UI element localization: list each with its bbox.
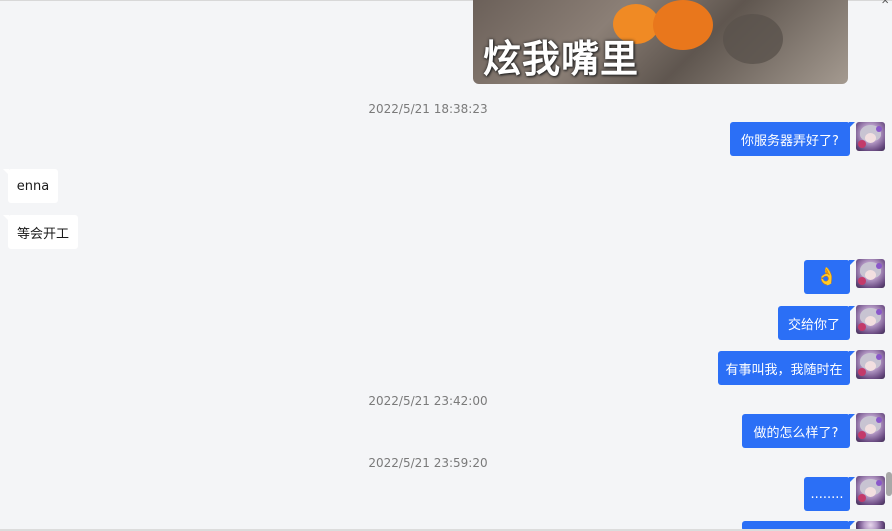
user-avatar[interactable]	[856, 350, 885, 379]
ok-hand-emoji: 👌	[816, 266, 838, 287]
sticker-image[interactable]: 炫我嘴里	[473, 0, 848, 84]
timestamp: 2022/5/21 18:38:23	[368, 102, 488, 116]
user-avatar[interactable]	[856, 476, 885, 505]
sticker-orange	[653, 0, 713, 50]
timestamp: 2022/5/21 23:42:00	[368, 394, 488, 408]
scrollbar-thumb[interactable]	[886, 472, 892, 496]
message-bubble-incoming[interactable]: 等会开工	[3, 215, 78, 249]
timestamp: 2022/5/21 23:59:20	[368, 456, 488, 470]
chat-message-list[interactable]: 炫我嘴里 2022/5/21 18:38:23 你服务器弄好了? enna 等会…	[0, 0, 892, 531]
sticker-shape	[723, 14, 783, 64]
scrollbar[interactable]	[884, 0, 892, 529]
user-avatar[interactable]	[856, 122, 885, 151]
message-bubble-outgoing[interactable]: 做的怎么样了?	[742, 414, 855, 448]
user-avatar[interactable]	[856, 305, 885, 334]
message-bubble-outgoing[interactable]: 交给你了	[778, 306, 855, 340]
message-bubble-outgoing[interactable]: 你服务器弄好了?	[730, 122, 855, 156]
message-bubble-outgoing[interactable]: 有事叫我，我随时在	[718, 351, 855, 385]
sticker-caption: 炫我嘴里	[483, 37, 640, 81]
message-bubble-outgoing[interactable]: 👌	[804, 260, 855, 294]
message-bubble-incoming[interactable]: enna	[3, 169, 58, 203]
user-avatar[interactable]	[856, 413, 885, 442]
user-avatar[interactable]	[856, 259, 885, 288]
message-bubble-outgoing[interactable]: ........	[804, 477, 855, 511]
close-icon[interactable]: ✕	[881, 0, 889, 7]
